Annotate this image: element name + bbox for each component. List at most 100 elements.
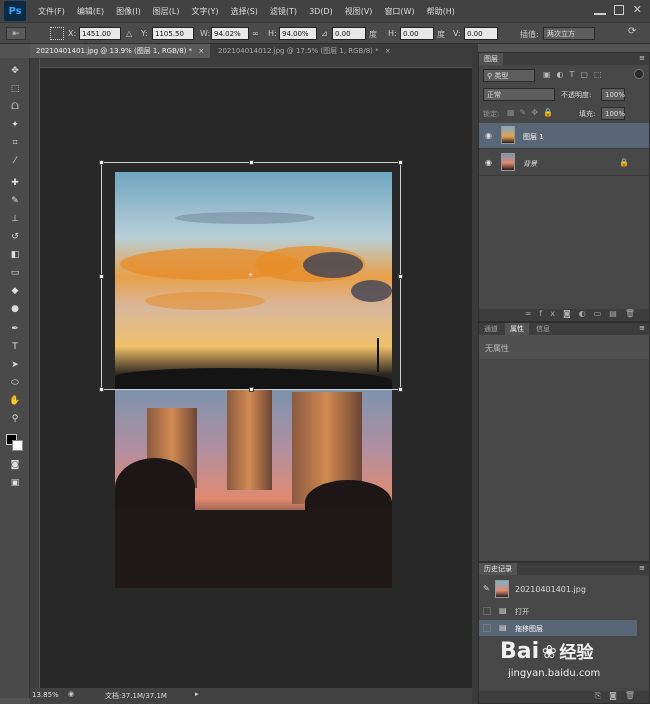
history-snapshot[interactable]: ✎ 20210401401.jpg (479, 577, 649, 601)
reference-point-icon[interactable] (50, 27, 64, 40)
menu-select[interactable]: 选择(S) (225, 6, 264, 17)
close-tab-icon[interactable]: × (385, 47, 391, 55)
brush-tool-icon[interactable]: ✎ (6, 194, 24, 208)
panel-menu-icon[interactable]: ≡ (639, 564, 645, 572)
warp-icon[interactable]: ⟳ (628, 26, 636, 37)
h-field[interactable]: 94.00% (279, 27, 317, 40)
tab-document-1[interactable]: 20210401401.jpg @ 13.9% (图层 1, RGB/8) * … (30, 44, 210, 58)
screen-mode-icon[interactable]: ▣ (6, 476, 24, 490)
close-tab-icon[interactable]: × (198, 47, 204, 55)
menu-3d[interactable]: 3D(D) (303, 7, 339, 16)
tab-properties[interactable]: 属性 (505, 323, 529, 335)
angle-field[interactable]: 0.00 (332, 27, 366, 40)
gradient-tool-icon[interactable]: ▭ (6, 266, 24, 280)
background-layer-name[interactable]: 背景 (523, 159, 537, 169)
transform-handle-r[interactable] (398, 274, 403, 279)
layer-filter-select[interactable]: ⚲ 类型 (483, 69, 535, 82)
healing-brush-icon[interactable]: ✚ (6, 176, 24, 190)
x-field[interactable]: 1451.00 像 (79, 27, 121, 51)
tab-info[interactable]: 信息 (531, 323, 555, 335)
free-transform-box[interactable]: ⌖ (99, 160, 403, 392)
transform-handle-l[interactable] (99, 274, 104, 279)
menu-file[interactable]: 文件(F) (32, 6, 71, 17)
menu-type[interactable]: 文字(Y) (185, 6, 224, 17)
crop-tool-icon[interactable]: ⌗ (6, 136, 24, 150)
history-item-drag-layer[interactable]: ▤ 拖移图层 (479, 620, 637, 636)
move-tool-icon[interactable]: ✥ (6, 64, 24, 78)
menu-help[interactable]: 帮助(H) (421, 6, 461, 17)
layers-footer-icons[interactable]: ∞fx◙◐▭▤🗑 (479, 309, 649, 321)
opacity-field[interactable]: 100% (601, 88, 625, 101)
hskew-field[interactable]: 0.00 (400, 27, 434, 40)
interpolation-select[interactable]: 两次立方 (543, 27, 595, 40)
watermark-url: jingyan.baidu.com (508, 668, 601, 679)
menu-edit[interactable]: 编辑(E) (71, 6, 110, 17)
tool-preset-icon[interactable]: ⇤ (6, 27, 26, 40)
layer-row-background[interactable]: ◉ 背景 🔒 (479, 150, 649, 176)
path-select-icon[interactable]: ➤ (6, 358, 24, 372)
quick-mask-icon[interactable]: ◙ (6, 458, 24, 472)
transform-center-icon[interactable]: ⌖ (248, 271, 253, 281)
lasso-tool-icon[interactable]: ᗝ (6, 100, 24, 114)
panel-menu-icon[interactable]: ≡ (639, 54, 645, 62)
menu-window[interactable]: 窗口(W) (378, 6, 420, 17)
vskew-field[interactable]: 0.00 (464, 27, 498, 40)
layer-row-layer-1[interactable]: ◉ 图层 1 (479, 123, 649, 149)
visibility-eye-icon[interactable]: ◉ (485, 158, 492, 167)
eraser-tool-icon[interactable]: ◧ (6, 248, 24, 262)
maximize-icon[interactable] (614, 5, 624, 15)
eyedropper-icon[interactable]: ⁄ (6, 154, 24, 168)
dodge-tool-icon[interactable]: ● (6, 302, 24, 316)
menu-view[interactable]: 视图(V) (339, 6, 379, 17)
layers-panel-tab[interactable]: 图层 (479, 53, 503, 65)
transform-handle-tr[interactable] (398, 160, 403, 165)
minimize-icon[interactable] (594, 5, 606, 15)
history-brush-icon[interactable]: ↺ (6, 230, 24, 244)
close-window-icon[interactable]: ✕ (633, 3, 642, 16)
y-field[interactable]: 1105.50 像 (152, 27, 194, 51)
tab-channels[interactable]: 通道 (479, 323, 503, 335)
menu-filter[interactable]: 滤镜(T) (264, 6, 303, 17)
link-icon[interactable]: ∞ (252, 29, 259, 38)
vskew-label: V: (453, 29, 461, 38)
transform-handle-t[interactable] (249, 160, 254, 165)
filter-kind-icons[interactable]: ▣◐T▢⬚ (543, 70, 608, 79)
history-panel-tab[interactable]: 历史记录 (479, 563, 517, 575)
status-info-icon[interactable]: ◉ (68, 690, 74, 698)
fill-field[interactable]: 100% (601, 107, 625, 120)
type-tool-icon[interactable]: T (6, 340, 24, 354)
x-label: X: (68, 29, 77, 38)
menu-layer[interactable]: 图层(L) (147, 6, 186, 17)
history-checkbox[interactable] (483, 624, 491, 632)
shape-tool-icon[interactable]: ⬭ (6, 376, 24, 390)
visibility-eye-icon[interactable]: ◉ (485, 131, 492, 140)
w-field[interactable]: 94.02% (211, 27, 249, 40)
layer-1-name[interactable]: 图层 1 (523, 132, 544, 142)
tab-document-2[interactable]: 20210401401​2.jpg @ 17.5% (图层 1, RGB/8) … (212, 44, 402, 58)
transform-handle-b[interactable] (249, 387, 254, 392)
history-item-open[interactable]: ▤ 打开 (479, 603, 649, 619)
magic-wand-icon[interactable]: ✦ (6, 118, 24, 132)
blend-mode-select[interactable]: 正常 (483, 88, 555, 101)
menu-image[interactable]: 图像(I) (110, 6, 147, 17)
background-color-swatch[interactable] (12, 440, 23, 451)
background-thumbnail (501, 153, 515, 171)
history-step-icon: ▤ (499, 623, 507, 632)
stamp-tool-icon[interactable]: ⊥ (6, 212, 24, 226)
panel-menu-icon[interactable]: ≡ (639, 324, 645, 332)
history-checkbox[interactable] (483, 607, 491, 615)
blur-tool-icon[interactable]: ◆ (6, 284, 24, 298)
lock-icons[interactable]: ▦✎✥🔒 (507, 108, 558, 117)
transform-handle-bl[interactable] (99, 387, 104, 392)
filter-toggle-icon[interactable] (634, 69, 644, 79)
transform-handle-br[interactable] (398, 387, 403, 392)
zoom-tool-icon[interactable]: ⚲ (6, 412, 24, 426)
status-menu-arrow-icon[interactable]: ▸ (195, 690, 199, 698)
marquee-tool-icon[interactable]: ⬚ (6, 82, 24, 96)
transform-handle-tl[interactable] (99, 160, 104, 165)
hand-tool-icon[interactable]: ✋ (6, 394, 24, 408)
pen-tool-icon[interactable]: ✒ (6, 322, 24, 336)
zoom-level[interactable]: 13.85% (32, 691, 59, 699)
history-footer-icons[interactable]: ⎘◙🗑 (479, 691, 649, 703)
history-brush-source-icon[interactable]: ✎ (483, 584, 490, 593)
